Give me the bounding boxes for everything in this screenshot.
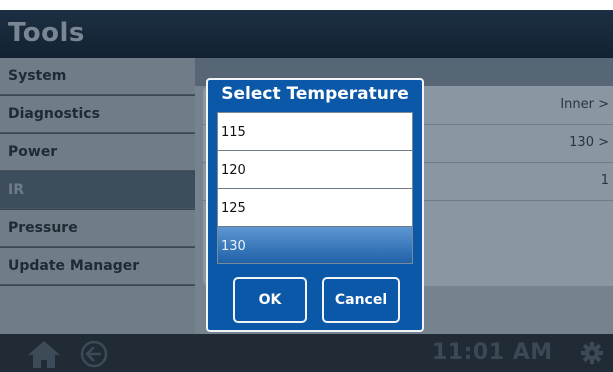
- footer-bar: 11:01 AM: [0, 334, 613, 372]
- sidebar-item-update-manager[interactable]: Update Manager: [0, 248, 195, 285]
- sidebar-item-system[interactable]: System: [0, 58, 195, 95]
- sidebar-item-power[interactable]: Power: [0, 134, 195, 171]
- temperature-option-125[interactable]: 125: [218, 189, 412, 227]
- settings-row-value: 1: [600, 173, 609, 188]
- home-icon[interactable]: [26, 339, 62, 369]
- sidebar: System Diagnostics Power IR Pressure Upd…: [0, 58, 195, 334]
- page-title: Tools: [8, 18, 85, 48]
- sidebar-item-ir[interactable]: IR: [0, 172, 195, 209]
- header-bar: Tools: [0, 10, 613, 58]
- cancel-button[interactable]: Cancel: [322, 277, 400, 323]
- option-label: 125: [221, 201, 246, 216]
- back-icon[interactable]: [80, 340, 108, 368]
- dialog-title: Select Temperature: [221, 84, 409, 104]
- temperature-list[interactable]: 115 120 125 130: [217, 112, 413, 264]
- settings-row-value: 130 >: [569, 135, 609, 150]
- option-label: 120: [221, 163, 246, 178]
- sidebar-item-label: Pressure: [8, 220, 78, 236]
- sidebar-item-label: Update Manager: [8, 258, 140, 274]
- temperature-option-115[interactable]: 115: [218, 113, 412, 151]
- sidebar-item-label: IR: [8, 182, 24, 198]
- sidebar-item-diagnostics[interactable]: Diagnostics: [0, 96, 195, 133]
- temperature-option-120[interactable]: 120: [218, 151, 412, 189]
- sidebar-empty-area: [0, 286, 195, 334]
- option-label: 115: [221, 125, 246, 140]
- sidebar-item-pressure[interactable]: Pressure: [0, 210, 195, 247]
- gear-icon[interactable]: [580, 341, 604, 365]
- settings-row-value: Inner >: [560, 97, 609, 112]
- temperature-option-130-selected[interactable]: 130: [218, 227, 412, 263]
- sidebar-item-label: Diagnostics: [8, 106, 100, 122]
- clock-display: 11:01 AM: [432, 340, 553, 365]
- sidebar-item-label: System: [8, 68, 67, 84]
- app-frame: Tools System Diagnostics Power IR Pressu…: [0, 10, 613, 372]
- ok-button[interactable]: OK: [233, 277, 307, 323]
- option-label: 130: [221, 239, 246, 254]
- sidebar-item-label: Power: [8, 144, 58, 160]
- select-temperature-dialog: Select Temperature 115 120 125 130 OK Ca…: [206, 78, 424, 332]
